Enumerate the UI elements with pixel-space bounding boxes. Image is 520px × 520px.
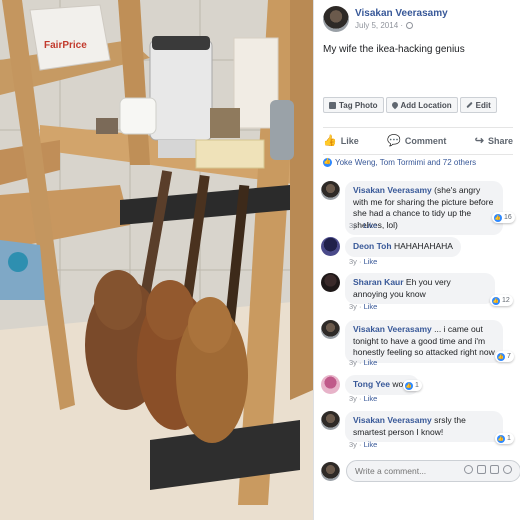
edit-button[interactable]: Edit [459, 97, 497, 113]
globe-icon [406, 22, 414, 29]
comment-like-link[interactable]: Like [364, 302, 378, 311]
commenter-avatar[interactable] [321, 411, 340, 430]
share-arrow-icon: ↪ [474, 134, 484, 147]
comment-author[interactable]: Visakan Veerasamy [353, 324, 432, 334]
tag-photo-button[interactable]: Tag Photo [323, 97, 384, 113]
author-avatar[interactable] [323, 6, 349, 32]
share-label: Share [487, 136, 513, 146]
comment-time[interactable]: 3y [349, 394, 357, 403]
comment-bubble: Visakan Veerasamy srsly the smartest per… [345, 411, 503, 442]
reaction-count[interactable]: 👍 16 [492, 212, 515, 223]
post-caption: My wife the ikea-hacking genius [323, 44, 465, 55]
reaction-count-value: 1 [415, 382, 419, 389]
pencil-icon [465, 101, 473, 109]
post-author-link[interactable]: Visakan Veerasamy [355, 8, 448, 19]
commenter-avatar[interactable] [321, 181, 340, 200]
reaction-count-value: 12 [502, 297, 510, 304]
tag-icon [329, 101, 336, 109]
like-reaction-icon: 👍 [405, 381, 413, 390]
post-date[interactable]: July 5, 2014 · [355, 21, 414, 30]
comment-bubble: Visakan Veerasamy ... i came out tonight… [345, 320, 503, 363]
photo-scene: FairPrice [0, 0, 313, 520]
camera-icon[interactable] [477, 465, 486, 474]
photo-actions: Tag Photo Add Location Edit [323, 97, 499, 113]
likes-summary-text[interactable]: Yoke Weng, Tom Tormimi and 72 others [335, 158, 476, 167]
reaction-count[interactable]: 👍 1 [495, 433, 514, 444]
comment-time[interactable]: 3y [349, 440, 357, 449]
like-button[interactable]: 👍 Like [323, 134, 359, 147]
like-reaction-icon: 👍 [323, 158, 332, 167]
comment-like-link[interactable]: Like [364, 358, 378, 367]
comment-like-link[interactable]: Like [364, 221, 378, 230]
like-reaction-icon: 👍 [494, 213, 502, 222]
divider [323, 127, 513, 128]
comment-time[interactable]: 3y [349, 358, 357, 367]
reaction-count[interactable]: 👍 12 [490, 295, 513, 306]
like-reaction-icon: 👍 [492, 296, 500, 305]
location-pin-icon [390, 100, 399, 110]
reaction-count[interactable]: 👍 7 [495, 351, 514, 362]
comment-meta: 3y · Like [349, 440, 378, 449]
commenter-avatar[interactable] [321, 273, 340, 292]
reaction-count[interactable]: 👍 1 [403, 380, 422, 391]
bag-logo-text: FairPrice [44, 40, 87, 51]
tag-photo-label: Tag Photo [339, 100, 378, 110]
reaction-count-value: 7 [507, 353, 511, 360]
post-date-text[interactable]: July 5, 2014 · [355, 21, 403, 30]
comment-meta: 3y · Like [349, 221, 378, 230]
current-user-avatar [321, 462, 340, 481]
post-photo[interactable]: FairPrice [0, 0, 313, 520]
sticker-icon[interactable] [503, 465, 512, 474]
comment-time[interactable]: 3y [349, 302, 357, 311]
emoji-icon[interactable] [464, 465, 473, 474]
like-reaction-icon: 👍 [497, 434, 505, 443]
reaction-count-value: 16 [504, 214, 512, 221]
likes-summary[interactable]: 👍 Yoke Weng, Tom Tormimi and 72 others [323, 158, 476, 167]
comment-meta: 3y · Like [349, 358, 378, 367]
add-location-label: Add Location [400, 100, 452, 110]
comment-author[interactable]: Tong Yee [353, 379, 390, 389]
comment-bubble: Sharan Kaur Eh you very annoying you kno… [345, 273, 495, 304]
edit-label: Edit [475, 100, 491, 110]
comment-bubble: Deon Toh HAHAHAHAHA [345, 237, 461, 257]
commenter-avatar[interactable] [321, 237, 340, 256]
comment-like-link[interactable]: Like [364, 440, 378, 449]
commenter-avatar[interactable] [321, 320, 340, 339]
like-reaction-icon: 👍 [497, 352, 505, 361]
like-label: Like [340, 136, 359, 146]
comment-meta: 3y · Like [349, 394, 378, 403]
speech-bubble-icon: 💬 [387, 134, 401, 147]
add-location-button[interactable]: Add Location [385, 97, 458, 113]
comment-text: HAHAHAHAHA [393, 241, 453, 251]
comment-author[interactable]: Visakan Veerasamy [353, 415, 432, 425]
post-header: Visakan Veerasamy July 5, 2014 · [323, 6, 513, 34]
post-panel: Visakan Veerasamy July 5, 2014 · My wife… [313, 0, 520, 520]
comment-author[interactable]: Deon Toh [353, 241, 392, 251]
thumbs-up-icon: 👍 [323, 134, 337, 147]
comment-meta: 3y · Like [349, 257, 378, 266]
share-button[interactable]: ↪ Share [474, 134, 513, 147]
divider [323, 154, 513, 155]
comment-label: Comment [404, 136, 447, 146]
post-action-bar: 👍 Like 💬 Comment ↪ Share [323, 132, 513, 150]
reaction-count-value: 1 [507, 435, 511, 442]
comment-button[interactable]: 💬 Comment [387, 134, 447, 147]
commenter-avatar[interactable] [321, 375, 340, 394]
comment-author[interactable]: Sharan Kaur [353, 277, 404, 287]
comment-like-link[interactable]: Like [364, 257, 378, 266]
gif-icon[interactable] [490, 465, 499, 474]
comment-time[interactable]: 3y [349, 257, 357, 266]
comment-like-link[interactable]: Like [364, 394, 378, 403]
comment-author[interactable]: Visakan Veerasamy [353, 185, 432, 195]
comment-meta: 3y · Like [349, 302, 378, 311]
comment-time[interactable]: 3y [349, 221, 357, 230]
comment-input-icons [464, 465, 516, 474]
